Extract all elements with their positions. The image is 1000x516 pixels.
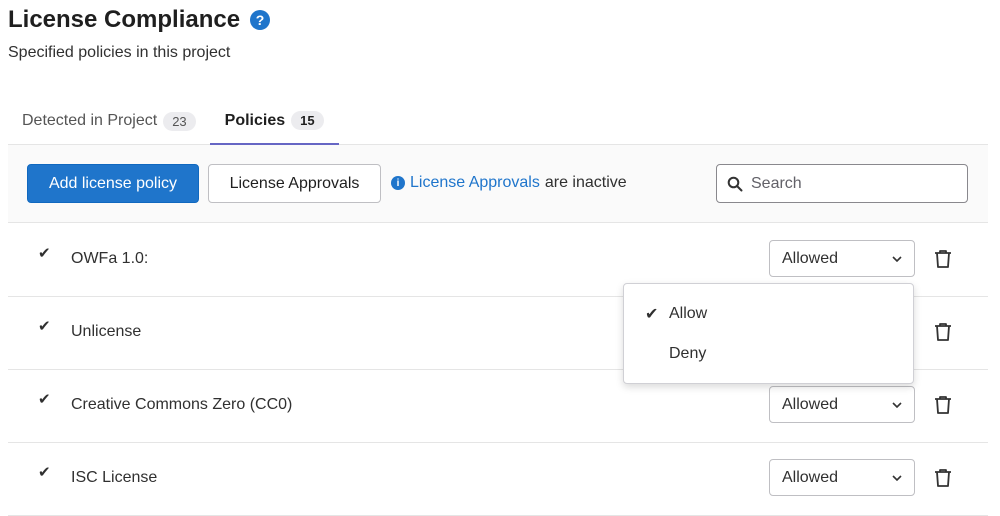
status-value: Allowed: [782, 249, 839, 267]
trash-icon[interactable]: [934, 395, 952, 415]
toolbar: Add license policy License Approvals i Li…: [8, 145, 988, 223]
page-title: License Compliance?: [8, 6, 271, 34]
trash-icon[interactable]: [934, 468, 952, 488]
tab-detected[interactable]: Detected in Project 23: [8, 98, 210, 144]
add-license-policy-button[interactable]: Add license policy: [27, 164, 199, 203]
check-icon: ✔: [38, 245, 51, 262]
license-name: OWFa 1.0:: [71, 250, 149, 267]
policy-row: ✔ ISC License Allowed: [8, 443, 988, 516]
search-input[interactable]: [751, 174, 951, 193]
search-box[interactable]: [716, 164, 968, 203]
approvals-status: i License Approvals are inactive: [391, 174, 627, 192]
status-dropdown-menu: ✔ Allow Deny: [623, 283, 914, 384]
chevron-down-icon: [892, 255, 902, 262]
status-text: are inactive: [544, 174, 627, 191]
page-subtitle: Specified policies in this project: [8, 44, 231, 61]
tab-label: Detected in Project: [22, 112, 158, 129]
chevron-down-icon: [892, 474, 902, 481]
info-icon: i: [391, 176, 405, 190]
count-badge: 15: [291, 111, 324, 130]
tab-label: Policies: [224, 111, 286, 129]
menu-item-label: Allow: [669, 305, 708, 322]
chevron-down-icon: [892, 401, 902, 408]
status-value: Allowed: [782, 468, 839, 486]
license-approvals-link[interactable]: License Approvals: [410, 174, 540, 192]
tab-policies[interactable]: Policies 15: [209, 98, 339, 145]
menu-item-deny[interactable]: Deny: [624, 336, 913, 372]
trash-icon[interactable]: [934, 249, 952, 269]
check-icon: ✔: [645, 306, 659, 323]
check-icon: ✔: [38, 318, 51, 335]
menu-item-allow[interactable]: ✔ Allow: [624, 296, 913, 332]
status-value: Allowed: [782, 395, 839, 413]
status-select[interactable]: Allowed: [769, 386, 915, 423]
license-approvals-button[interactable]: License Approvals: [208, 164, 381, 203]
status-select[interactable]: Allowed: [769, 240, 915, 277]
license-name: ISC License: [71, 469, 158, 486]
trash-icon[interactable]: [934, 322, 952, 342]
tabs: Detected in Project 23 Policies 15: [8, 98, 988, 145]
status-select[interactable]: Allowed: [769, 459, 915, 496]
license-name: Unlicense: [71, 323, 142, 340]
count-badge: 23: [163, 111, 196, 131]
menu-item-label: Deny: [669, 345, 707, 362]
search-icon: [727, 176, 743, 191]
license-name: Creative Commons Zero (CC0): [71, 396, 293, 413]
check-icon: ✔: [38, 391, 51, 408]
help-icon[interactable]: ?: [250, 10, 271, 30]
title-text: License Compliance: [8, 6, 241, 33]
check-icon: ✔: [38, 464, 51, 481]
